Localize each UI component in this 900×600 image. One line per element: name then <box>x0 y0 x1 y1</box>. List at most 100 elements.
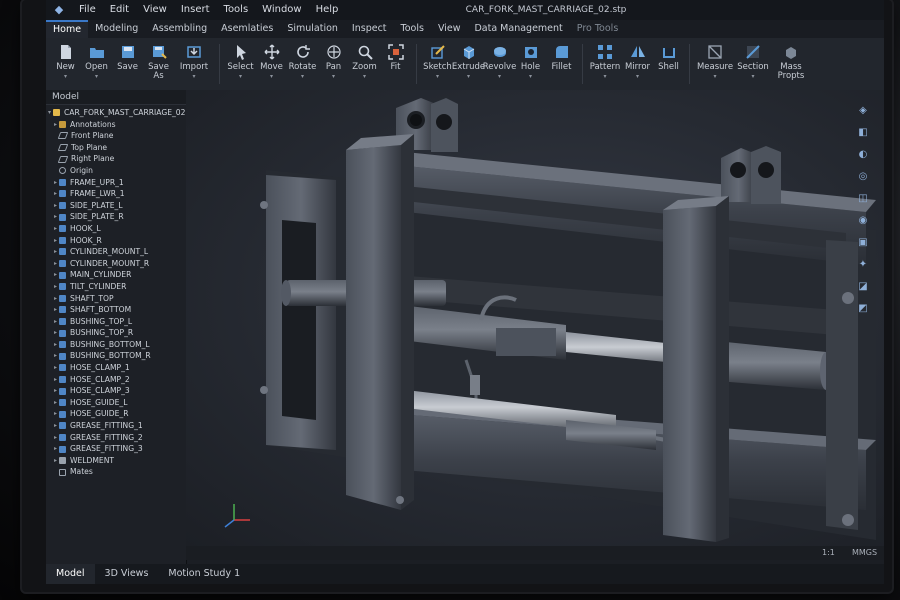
tree-item[interactable]: ▸ BUSHING_BOTTOM_R <box>46 350 186 362</box>
shell-button[interactable]: Shell <box>653 38 684 90</box>
chevron-right-icon[interactable]: ▸ <box>52 339 59 351</box>
tree-item[interactable]: ▸ FRAME_UPR_1 <box>46 177 186 189</box>
lighting-icon[interactable]: ✦ <box>857 259 869 271</box>
tree-item[interactable]: Mates <box>46 466 186 478</box>
chevron-right-icon[interactable]: ▸ <box>52 281 59 293</box>
tree-item[interactable]: ▸ SHAFT_TOP <box>46 293 186 305</box>
chevron-down-icon[interactable]: ▾ <box>46 107 53 119</box>
tree-item[interactable]: ▸ WELDMENT <box>46 455 186 467</box>
tree-item[interactable]: Right Plane <box>46 153 186 165</box>
tree-item[interactable]: ▸ BUSHING_TOP_L <box>46 316 186 328</box>
tab-tools[interactable]: Tools <box>394 20 431 38</box>
save-as-button[interactable]: Save As <box>143 38 174 90</box>
chevron-right-icon[interactable]: ▸ <box>52 258 59 270</box>
tree-item[interactable]: ▸ SIDE_PLATE_R <box>46 211 186 223</box>
save-button[interactable]: Save <box>112 38 143 90</box>
chevron-right-icon[interactable]: ▸ <box>52 119 59 131</box>
zoom-button[interactable]: Zoom ▾ <box>349 38 380 90</box>
chevron-right-icon[interactable]: ▸ <box>52 188 59 200</box>
tree-item[interactable]: Top Plane <box>46 142 186 154</box>
tree-item[interactable]: ▸ HOSE_CLAMP_3 <box>46 385 186 397</box>
new-button[interactable]: New ▾ <box>50 38 81 90</box>
tree-item[interactable]: ▸ HOOK_R <box>46 235 186 247</box>
move-button[interactable]: Move ▾ <box>256 38 287 90</box>
open-button[interactable]: Open ▾ <box>81 38 112 90</box>
chevron-right-icon[interactable]: ▸ <box>52 374 59 386</box>
select-button[interactable]: Select ▾ <box>225 38 256 90</box>
chevron-right-icon[interactable]: ▸ <box>52 200 59 212</box>
chevron-right-icon[interactable]: ▸ <box>52 432 59 444</box>
chevron-right-icon[interactable]: ▸ <box>52 211 59 223</box>
chevron-right-icon[interactable]: ▸ <box>52 362 59 374</box>
chevron-right-icon[interactable]: ▸ <box>52 235 59 247</box>
tree-item[interactable]: ▸ CYLINDER_MOUNT_R <box>46 258 186 270</box>
revolve-button[interactable]: Revolve ▾ <box>483 38 516 90</box>
rotate-button[interactable]: Rotate ▾ <box>287 38 318 90</box>
scene-icon[interactable]: ▣ <box>857 237 869 249</box>
tree-item[interactable]: ▸ SIDE_PLATE_L <box>46 200 186 212</box>
tab-3d-views[interactable]: 3D Views <box>95 564 159 584</box>
chevron-right-icon[interactable]: ▸ <box>52 316 59 328</box>
tree-item[interactable]: ▸ HOSE_CLAMP_1 <box>46 362 186 374</box>
chevron-right-icon[interactable]: ▸ <box>52 408 59 420</box>
tree-item[interactable]: ▸ GREASE_FITTING_1 <box>46 420 186 432</box>
hide-show-icon[interactable]: ◎ <box>857 171 869 183</box>
chevron-right-icon[interactable]: ▸ <box>52 177 59 189</box>
measure-button[interactable]: Measure ▾ <box>695 38 735 90</box>
tree-item[interactable]: Front Plane <box>46 130 186 142</box>
chevron-right-icon[interactable]: ▸ <box>52 327 59 339</box>
tree-item[interactable]: ▸ CYLINDER_MOUNT_L <box>46 246 186 258</box>
tree-item[interactable]: ▸ HOSE_GUIDE_R <box>46 408 186 420</box>
realview-icon[interactable]: ◩ <box>857 303 869 315</box>
tree-item[interactable]: ▸ HOSE_GUIDE_L <box>46 397 186 409</box>
tab-data-management[interactable]: Data Management <box>467 20 569 38</box>
tab-pro-tools[interactable]: Pro Tools <box>570 20 626 38</box>
chevron-right-icon[interactable]: ▸ <box>52 246 59 258</box>
pan-button[interactable]: Pan ▾ <box>318 38 349 90</box>
hole-button[interactable]: Hole ▾ <box>515 38 546 90</box>
tab-view[interactable]: View <box>431 20 468 38</box>
appearance-icon[interactable]: ◉ <box>857 215 869 227</box>
sketch-button[interactable]: Sketch ▾ <box>422 38 453 90</box>
tree-item[interactable]: ▸ Annotations <box>46 119 186 131</box>
status-units[interactable]: MMGS <box>852 546 877 560</box>
chevron-right-icon[interactable]: ▸ <box>52 350 59 362</box>
import-button[interactable]: Import ▾ <box>174 38 214 90</box>
tree-item[interactable]: ▸ BUSHING_TOP_R <box>46 327 186 339</box>
tree-item[interactable]: ▸ TILT_CYLINDER <box>46 281 186 293</box>
menu-help[interactable]: Help <box>309 0 346 20</box>
chevron-right-icon[interactable]: ▸ <box>52 304 59 316</box>
tree-item[interactable]: ▸ SHAFT_BOTTOM <box>46 304 186 316</box>
fillet-button[interactable]: Fillet <box>546 38 577 90</box>
section-view-icon[interactable]: ◫ <box>857 193 869 205</box>
tab-motion-study-1[interactable]: Motion Study 1 <box>158 564 250 584</box>
tab-simulation[interactable]: Simulation <box>280 20 345 38</box>
display-style-icon[interactable]: ◐ <box>857 149 869 161</box>
chevron-right-icon[interactable]: ▸ <box>52 223 59 235</box>
chevron-right-icon[interactable]: ▸ <box>52 269 59 281</box>
tab-home[interactable]: Home <box>46 20 89 38</box>
menu-tools[interactable]: Tools <box>217 0 256 20</box>
tree-item[interactable]: ▸ BUSHING_BOTTOM_L <box>46 339 186 351</box>
menu-insert[interactable]: Insert <box>174 0 217 20</box>
view-cube-icon[interactable]: ◈ <box>857 105 869 117</box>
mass-props-button[interactable]: Mass Propts <box>771 38 811 90</box>
menu-view[interactable]: View <box>136 0 174 20</box>
menu-file[interactable]: File <box>72 0 103 20</box>
menu-window[interactable]: Window <box>255 0 308 20</box>
tab-model[interactable]: Model <box>46 564 95 584</box>
tree-item[interactable]: ▸ HOOK_L <box>46 223 186 235</box>
3d-viewport[interactable] <box>186 90 884 546</box>
standard-views-icon[interactable]: ◧ <box>857 127 869 139</box>
tab-modeling[interactable]: Modeling <box>88 20 145 38</box>
chevron-right-icon[interactable]: ▸ <box>52 397 59 409</box>
section-button[interactable]: Section ▾ <box>735 38 771 90</box>
pattern-button[interactable]: Pattern ▾ <box>588 38 622 90</box>
tree-item[interactable]: ▸ HOSE_CLAMP_2 <box>46 374 186 386</box>
extrude-button[interactable]: Extrude ▾ <box>452 38 485 90</box>
chevron-right-icon[interactable]: ▸ <box>52 385 59 397</box>
tab-asemlaties[interactable]: Asemlaties <box>214 20 280 38</box>
chevron-right-icon[interactable]: ▸ <box>52 443 59 455</box>
fit-button[interactable]: Fit <box>380 38 411 90</box>
tree-item[interactable]: ▸ MAIN_CYLINDER <box>46 269 186 281</box>
